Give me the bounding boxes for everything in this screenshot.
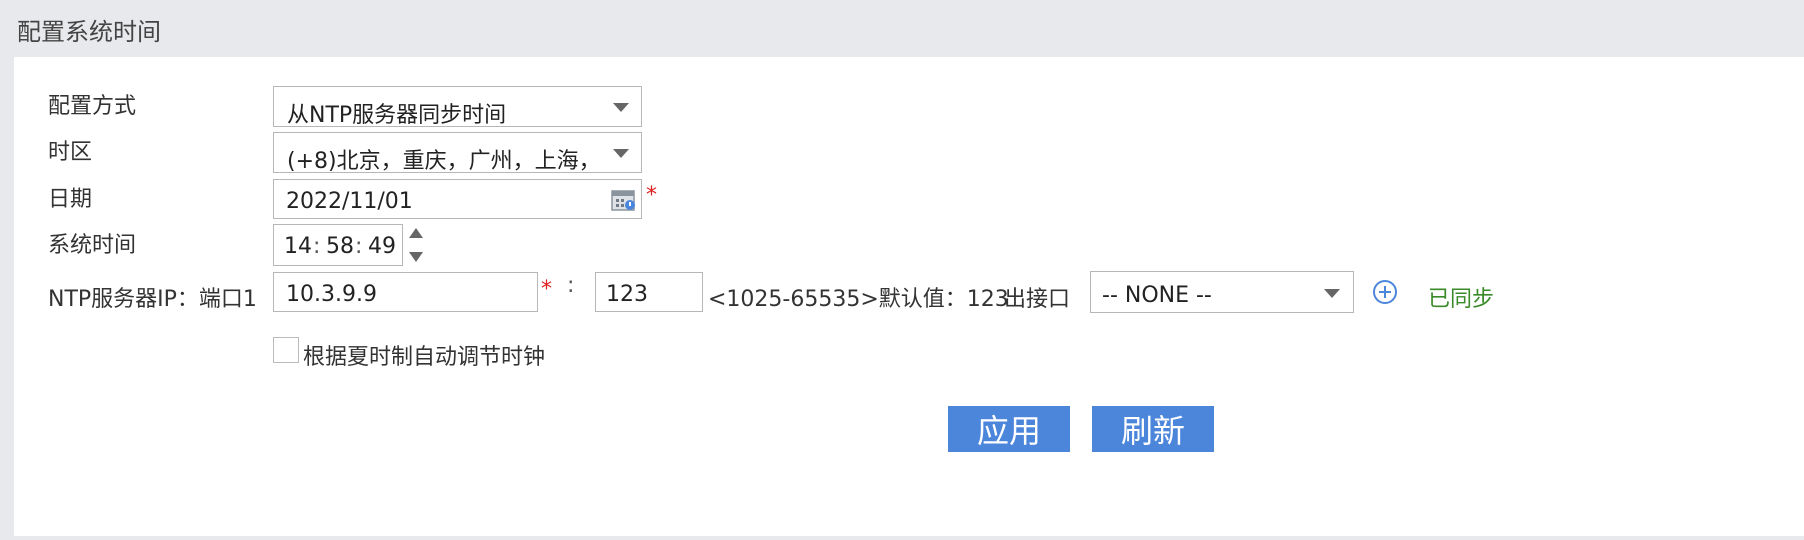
- date-required-mark: *: [646, 183, 657, 208]
- time-separator: :: [313, 234, 321, 259]
- add-server-icon[interactable]: [1372, 279, 1398, 305]
- chevron-down-icon: [1324, 289, 1340, 298]
- egress-interface-label: 出接口: [1004, 287, 1071, 312]
- ntp-server-label: NTP服务器IP：端口1: [48, 287, 257, 312]
- ntp-ip-required-mark: *: [541, 277, 552, 302]
- calendar-icon[interactable]: [611, 188, 637, 212]
- ip-port-colon: :: [567, 273, 575, 298]
- dst-label: 根据夏时制自动调节时钟: [303, 345, 546, 370]
- system-time-input[interactable]: 14 : 58 : 49: [273, 224, 403, 266]
- date-value: 2022/11/01: [286, 189, 413, 214]
- date-label: 日期: [48, 187, 93, 212]
- timezone-select[interactable]: (+8)北京，重庆，广州，上海，香港: [273, 132, 642, 174]
- ntp-ip-input[interactable]: 10.3.9.9: [273, 272, 538, 312]
- sync-status: 已同步: [1428, 287, 1495, 312]
- config-mode-label: 配置方式: [48, 94, 137, 119]
- second-field[interactable]: 49: [368, 234, 396, 259]
- egress-interface-value: -- NONE --: [1102, 283, 1212, 308]
- spinner-down-icon: [409, 252, 423, 262]
- timezone-value: (+8)北京，重庆，广州，上海，香港: [287, 149, 601, 174]
- time-separator: :: [355, 234, 363, 259]
- page-title: 配置系统时间: [17, 18, 161, 46]
- date-input[interactable]: 2022/11/01: [273, 179, 642, 219]
- spinner-up-icon: [409, 228, 423, 238]
- hour-field[interactable]: 14: [284, 234, 312, 259]
- egress-interface-select[interactable]: -- NONE --: [1090, 271, 1354, 313]
- chevron-down-icon: [613, 103, 629, 112]
- config-mode-value: 从NTP服务器同步时间: [287, 103, 507, 128]
- config-panel: 配置方式 从NTP服务器同步时间 时区 (+8)北京，重庆，广州，上海，香港 日…: [14, 57, 1804, 536]
- time-spinner[interactable]: [408, 226, 424, 264]
- chevron-down-icon: [613, 149, 629, 158]
- port-range-hint: <1025-65535>默认值：123: [708, 287, 1009, 312]
- dst-checkbox[interactable]: [273, 337, 299, 363]
- ntp-port-value: 123: [606, 282, 648, 307]
- system-time-label: 系统时间: [48, 233, 137, 258]
- timezone-label: 时区: [48, 140, 93, 165]
- config-mode-select[interactable]: 从NTP服务器同步时间: [273, 86, 642, 128]
- ntp-port-input[interactable]: 123: [595, 272, 703, 312]
- apply-button[interactable]: 应用: [948, 406, 1070, 452]
- refresh-button[interactable]: 刷新: [1092, 406, 1214, 452]
- minute-field[interactable]: 58: [326, 234, 354, 259]
- page-header: 配置系统时间: [0, 0, 1804, 57]
- ntp-ip-value: 10.3.9.9: [286, 282, 377, 307]
